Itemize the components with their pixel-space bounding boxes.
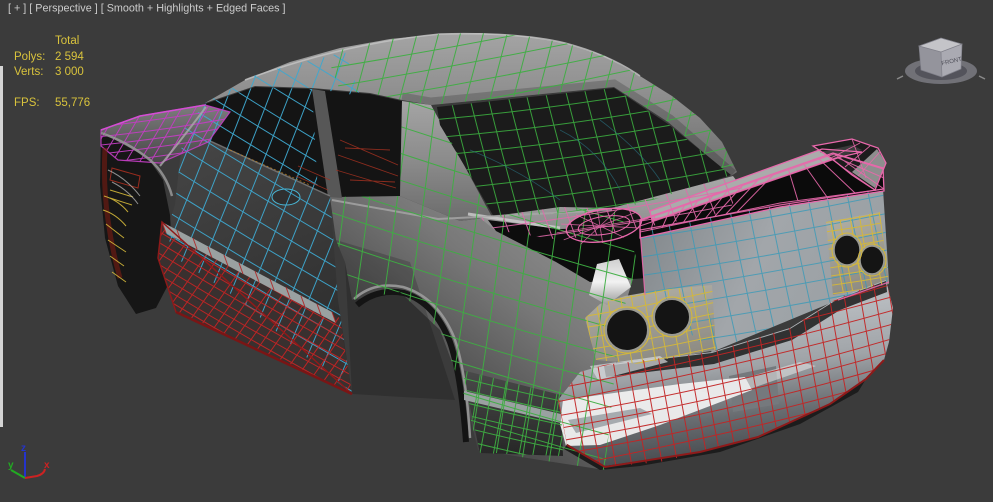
svg-text:Polys:: Polys: [14,51,45,63]
svg-text:Verts:: Verts: [14,66,43,78]
svg-text:3 000: 3 000 [55,66,84,78]
svg-text:z: z [21,443,26,454]
svg-text:FPS:: FPS: [14,97,40,109]
svg-text:[ + ] [ Perspective ] [ Smooth: [ + ] [ Perspective ] [ Smooth + Highlig… [8,3,286,15]
svg-text:Total: Total [55,35,79,47]
svg-text:2 594: 2 594 [55,51,84,63]
svg-text:55,776: 55,776 [55,97,90,109]
svg-text:y: y [8,460,14,471]
svg-text:x: x [44,460,50,471]
